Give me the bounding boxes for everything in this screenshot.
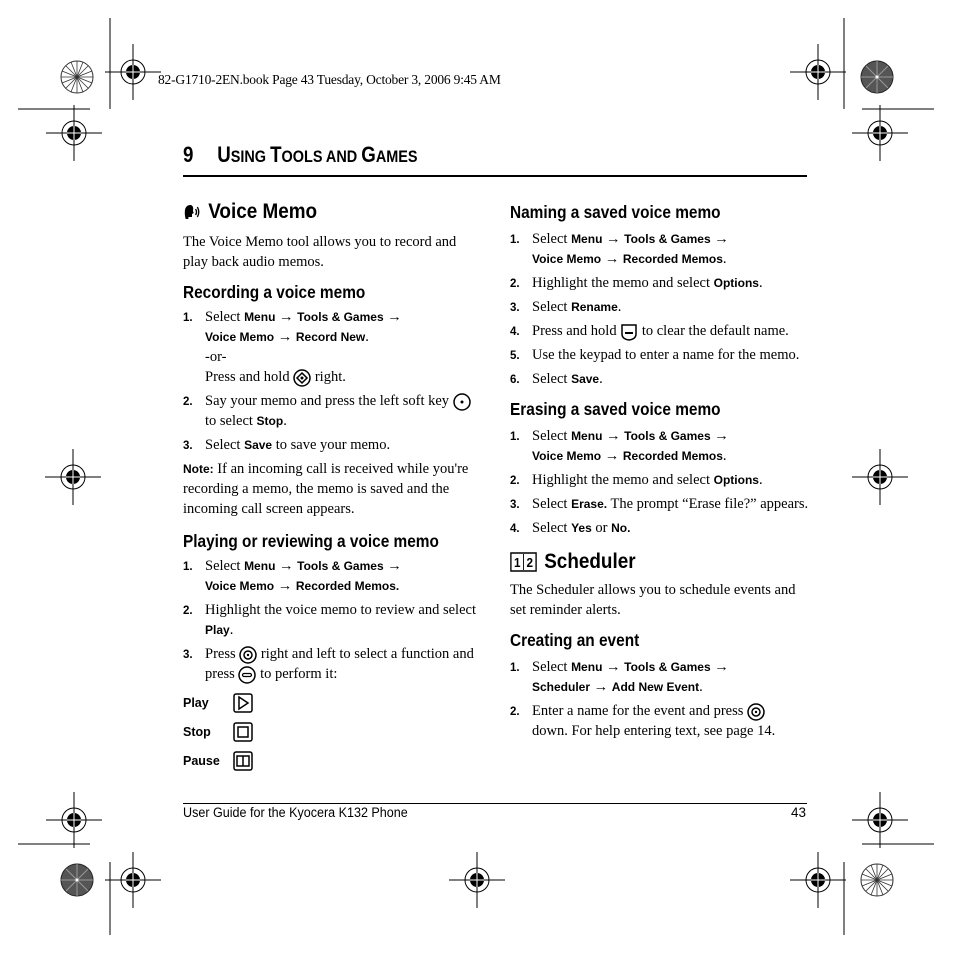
list-item: 2. Say your memo and press the left soft… xyxy=(183,391,483,431)
note: Note: If an incoming call is received wh… xyxy=(183,461,469,517)
playback-controls: Play Stop Pause xyxy=(183,688,483,775)
registration-mark xyxy=(851,791,909,849)
list-item: 1. Select Menu → Tools & Games → Voice M… xyxy=(510,231,729,267)
page-number: 43 xyxy=(790,805,806,820)
stop-icon xyxy=(233,721,253,742)
registration-mark xyxy=(45,791,103,849)
chapter-rule xyxy=(183,175,807,177)
registration-mark xyxy=(851,448,909,506)
list-item: 1. Select Menu → Tools & Games → Voice M… xyxy=(183,558,402,594)
list-item: 2. Highlight the memo and select Options… xyxy=(510,472,763,488)
voice-memo-heading: Voice Memo xyxy=(183,200,453,224)
list-item: 4. Press and hold to clear the default n… xyxy=(510,323,789,341)
back-key-icon xyxy=(621,323,637,341)
naming-heading: Naming a saved voice memo xyxy=(510,202,721,222)
svg-text:1: 1 xyxy=(514,555,521,570)
list-item: 1. Select Menu → Tools & Games → Voice M… xyxy=(510,428,729,464)
registration-mark xyxy=(789,43,847,101)
color-bar-mark xyxy=(860,60,894,94)
footer-guide-title: User Guide for the Kyocera K132 Phone xyxy=(183,805,408,820)
list-item: 2. Highlight the voice memo to review an… xyxy=(183,602,476,638)
color-bar-mark xyxy=(60,60,94,94)
erasing-steps: 1. Select Menu → Tools & Games → Voice M… xyxy=(510,426,810,538)
chapter-title: 9 USING TOOLS AND GAMES xyxy=(183,142,418,167)
registration-mark xyxy=(448,851,506,909)
control-pause: Pause xyxy=(183,746,483,775)
pause-icon xyxy=(233,750,253,771)
playing-steps: 1. Select Menu → Tools & Games → Voice M… xyxy=(183,556,483,684)
color-bar-mark xyxy=(860,863,894,897)
list-item: 3. Select Erase. The prompt “Erase file?… xyxy=(510,496,809,512)
voice-memo-icon xyxy=(184,205,200,219)
recording-steps: 1. Select Menu → Tools & Games → Voice M… xyxy=(183,307,483,455)
list-item: 5. Use the keypad to enter a name for th… xyxy=(510,347,800,363)
list-item: 1. Select Menu → Tools & Games → Voice M… xyxy=(183,309,402,387)
creating-heading: Creating an event xyxy=(510,630,640,650)
navigation-key-icon xyxy=(747,702,765,721)
scheduler-icon: 1 2 xyxy=(510,552,537,572)
control-stop: Stop xyxy=(183,717,483,746)
list-item: 3. Press right and left to select a func… xyxy=(183,645,474,684)
list-item: 2. Highlight the memo and select Options… xyxy=(510,275,763,291)
navigation-key-icon xyxy=(293,368,311,387)
left-column: Voice Memo The Voice Memo tool allows yo… xyxy=(183,200,483,775)
voice-memo-intro: The Voice Memo tool allows you to record… xyxy=(183,234,457,270)
control-play: Play xyxy=(183,688,483,717)
registration-mark xyxy=(851,104,909,162)
list-item: 3. Select Rename. xyxy=(510,299,622,315)
right-column: Naming a saved voice memo 1. Select Menu… xyxy=(510,200,810,745)
erasing-heading: Erasing a saved voice memo xyxy=(510,399,721,419)
recording-heading: Recording a voice memo xyxy=(183,282,366,302)
scheduler-heading: 1 2 Scheduler xyxy=(510,550,780,574)
registration-mark xyxy=(104,851,162,909)
list-item: 6. Select Save. xyxy=(510,371,603,387)
print-slug: 82-G1710-2EN.book Page 43 Tuesday, Octob… xyxy=(158,72,501,87)
svg-text:2: 2 xyxy=(527,555,534,570)
chapter-number: 9 xyxy=(183,142,194,167)
list-item: 1. Select Menu → Tools & Games → Schedul… xyxy=(510,659,729,695)
registration-mark xyxy=(44,448,102,506)
play-icon xyxy=(233,692,253,713)
list-item: 2. Enter a name for the event and press … xyxy=(510,702,776,739)
ok-key-icon xyxy=(238,665,257,684)
list-item: 4. Select Yes or No. xyxy=(510,520,631,536)
creating-steps: 1. Select Menu → Tools & Games → Schedul… xyxy=(510,657,810,741)
scheduler-intro: The Scheduler allows you to schedule eve… xyxy=(510,582,796,618)
navigation-key-icon xyxy=(239,645,257,664)
color-bar-mark xyxy=(60,863,94,897)
playing-heading: Playing or reviewing a voice memo xyxy=(183,531,439,551)
footer-rule xyxy=(183,803,807,804)
naming-steps: 1. Select Menu → Tools & Games → Voice M… xyxy=(510,229,810,389)
registration-mark xyxy=(104,43,162,101)
registration-mark xyxy=(789,851,847,909)
registration-mark xyxy=(45,104,103,162)
list-item: 3. Select Save to save your memo. xyxy=(183,437,391,453)
left-soft-key-icon xyxy=(452,392,471,411)
